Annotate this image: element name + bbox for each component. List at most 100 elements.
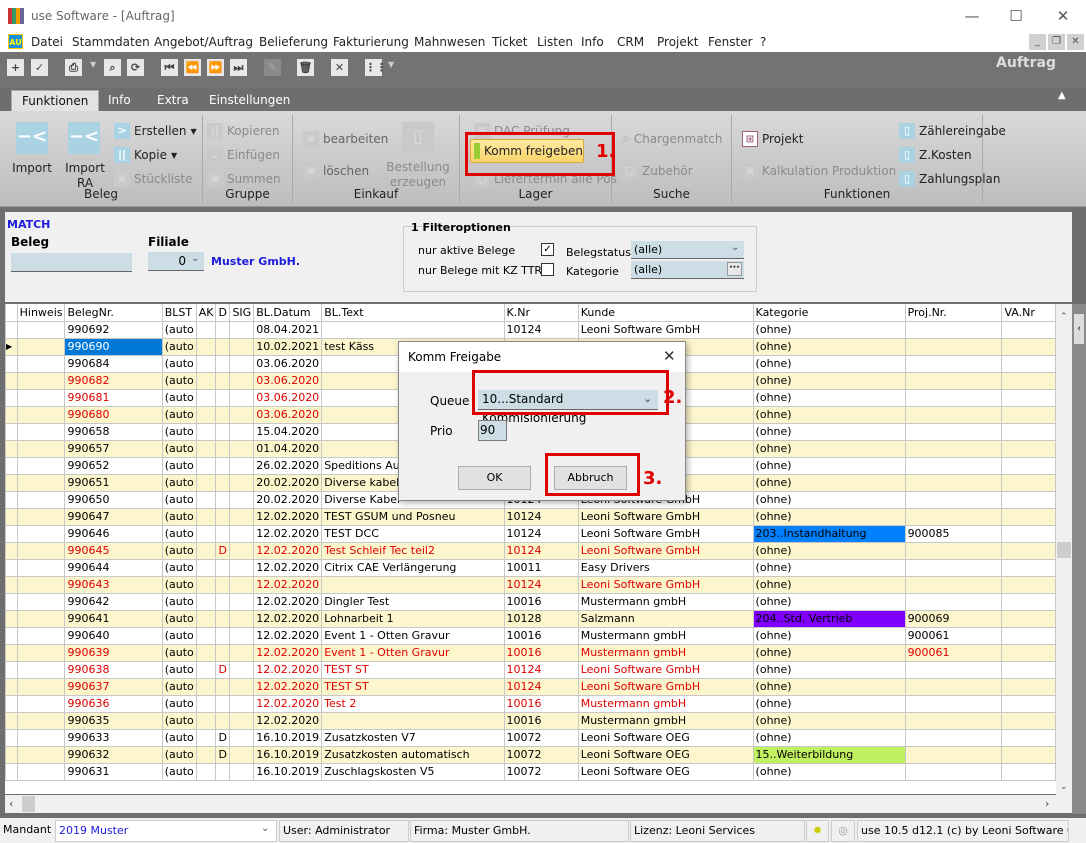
table-row[interactable]: 990644 (auto 12.02.2020 Citrix CAE Verlänge… [5, 558, 1056, 577]
menu-belieferung[interactable]: Belieferung [259, 35, 328, 49]
horizontal-scrollbar[interactable]: ‹ › [5, 795, 1072, 813]
menu-datei[interactable]: Datei [31, 35, 63, 49]
grid-menu-dropdown-icon[interactable]: ▼ [388, 60, 394, 69]
scroll-down-icon[interactable]: ⌄ [1060, 782, 1068, 792]
horizontal-scroll-thumb[interactable] [22, 796, 35, 812]
collapse-ribbon-icon[interactable]: ▲ [1058, 90, 1066, 101]
table-row[interactable]: 990645 (auto D 12.02.2020 Test Schleif Tec t… [5, 541, 1056, 560]
belegstatus-select[interactable]: (alle) [631, 241, 744, 259]
last-record-icon[interactable]: ⏭ [230, 59, 247, 76]
print-icon[interactable]: ⎙ [65, 59, 82, 76]
table-row[interactable]: 990633 (auto D 16.10.2019 Zusatzkosten V7 100… [5, 728, 1056, 747]
column-header[interactable]: Hinweis [16, 304, 66, 322]
vertical-scroll-thumb[interactable] [1057, 542, 1071, 558]
delete-icon[interactable]: 🗑 [297, 59, 314, 76]
refresh-icon[interactable]: ⟳ [127, 59, 144, 76]
kopie-button[interactable]: || Kopie ▼ [114, 147, 177, 163]
column-header[interactable]: AK [195, 304, 217, 322]
minimize-button[interactable]: — [962, 6, 982, 26]
next-record-icon[interactable]: ⏩ [207, 59, 224, 76]
first-record-icon[interactable]: ⏮ [161, 59, 178, 76]
abbruch-button[interactable]: Abbruch [554, 466, 627, 490]
table-row[interactable]: 990646 (auto 12.02.2020 TEST DCC 10124 Leoni … [5, 524, 1056, 543]
maximize-button[interactable]: ☐ [1006, 6, 1026, 26]
module-icon[interactable]: AU [8, 34, 23, 49]
table-row[interactable]: 990637 (auto 12.02.2020 TEST ST 10124 Leoni S… [5, 677, 1056, 696]
vertical-scrollbar[interactable]: ⌃ ⌄ [1056, 304, 1072, 795]
komm-freigeben-button[interactable]: Komm freigeben [470, 139, 584, 163]
side-panel-handle[interactable]: ‹ [1072, 304, 1086, 814]
scroll-left-icon[interactable]: ‹ [9, 797, 13, 810]
menu-projekt[interactable]: Projekt [657, 35, 698, 49]
menu-info[interactable]: Info [581, 35, 604, 49]
table-row[interactable]: 990640 (auto 12.02.2020 Event 1 - Otten Gra… [5, 626, 1056, 645]
table-row[interactable]: 990641 (auto 12.02.2020 Lohnarbeit 1 10128 Sa… [5, 609, 1056, 628]
table-row[interactable]: 990632 (auto D 16.10.2019 Zusatzkosten autom… [5, 745, 1056, 764]
mdi-restore-icon[interactable]: ❐ [1048, 34, 1065, 50]
column-header[interactable]: BL.Datum [253, 304, 323, 322]
column-header[interactable]: Proj.Nr. [904, 304, 1003, 322]
add-icon[interactable]: + [7, 59, 24, 76]
column-header[interactable]: Kategorie [752, 304, 906, 322]
menu-crm[interactable]: CRM [617, 35, 644, 49]
column-header[interactable]: VA.Nr [1001, 304, 1056, 322]
column-header[interactable]: BL.Text [321, 304, 505, 322]
prio-input[interactable]: 90 [478, 420, 507, 441]
menu-angebot-auftrag[interactable]: Angebot/Auftrag [154, 35, 253, 49]
table-row[interactable]: 990631 (auto 16.10.2019 Zuschlagskosten V5 1… [5, 762, 1056, 781]
tab-funktionen[interactable]: Funktionen [11, 90, 100, 112]
queue-select[interactable]: 10...Standard Kommisionierung [478, 390, 658, 425]
mandant-select[interactable]: 2019 Muster [55, 820, 277, 842]
menu-ticket[interactable]: Ticket [492, 35, 528, 49]
projekt-button[interactable]: ⊞ Projekt [742, 131, 803, 147]
column-header[interactable]: BLST [161, 304, 197, 322]
table-row[interactable]: 990636 (auto 12.02.2020 Test 2 10016 Musterma… [5, 694, 1056, 713]
mdi-close-icon[interactable]: ✕ [1067, 34, 1084, 50]
column-header[interactable]: D [215, 304, 231, 322]
beleg-input[interactable] [11, 253, 132, 272]
nur-kz-checkbox[interactable] [541, 263, 554, 276]
menu-listen[interactable]: Listen [537, 35, 573, 49]
print-dropdown-icon[interactable]: ▼ [90, 60, 96, 69]
menu-stammdaten[interactable]: Stammdaten [72, 35, 150, 49]
zkosten-button[interactable]: ▯ Z.Kosten [899, 147, 972, 163]
nur-aktive-checkbox[interactable]: ✓ [541, 243, 554, 256]
column-header[interactable]: Kunde [577, 304, 754, 322]
menu-fenster[interactable]: Fenster [708, 35, 753, 49]
cancel-icon[interactable]: ✕ [331, 59, 348, 76]
import-icon[interactable]: −< [16, 122, 48, 154]
table-row[interactable]: 990639 (auto 12.02.2020 Event 1 - Otten Gra… [5, 643, 1056, 662]
column-header[interactable]: SIG [229, 304, 255, 322]
table-row[interactable]: 990643 (auto 12.02.2020 10124 Leoni Software… [5, 575, 1056, 594]
scroll-right-icon[interactable]: › [1045, 797, 1049, 810]
previous-record-icon[interactable]: ⏪ [184, 59, 201, 76]
menu-mahnwesen[interactable]: Mahnwesen [414, 35, 485, 49]
kategorie-browse-button[interactable]: ··· [727, 262, 742, 276]
import-ra-icon[interactable]: −< [68, 122, 100, 154]
dialog-close-icon[interactable]: ✕ [663, 347, 676, 365]
notification-light-icon[interactable]: ✹ [806, 820, 829, 842]
ok-button[interactable]: OK [458, 466, 531, 490]
tab-info[interactable]: Info [98, 90, 141, 111]
table-row[interactable]: 990638 (auto D 12.02.2020 TEST ST 10124 Leoni … [5, 660, 1056, 679]
table-row[interactable]: 990647 (auto 12.02.2020 TEST GSUM und Posne… [5, 507, 1056, 526]
connection-icon[interactable]: ◎ [831, 820, 855, 842]
import-button[interactable]: Import [8, 161, 56, 176]
scroll-up-icon[interactable]: ⌃ [1060, 312, 1068, 322]
column-header[interactable]: BelegNr. [64, 304, 163, 322]
mdi-minimize-icon[interactable]: _ [1029, 34, 1046, 50]
table-row[interactable]: 990692 (auto 08.04.2021 10124 Leoni Software… [5, 320, 1056, 339]
menu-fakturierung[interactable]: Fakturierung [333, 35, 409, 49]
column-header[interactable] [5, 304, 18, 322]
column-header[interactable]: K.Nr [503, 304, 579, 322]
zaehlereingabe-button[interactable]: ▯ Zählereingabe [899, 123, 1006, 139]
table-row[interactable]: 990635 (auto 12.02.2020 10016 Mustermann gmb… [5, 711, 1056, 730]
check-icon[interactable]: ✓ [31, 59, 48, 76]
menu-help[interactable]: ? [760, 35, 766, 49]
search-icon[interactable]: ⌕ [104, 59, 121, 76]
close-button[interactable]: ✕ [1053, 6, 1073, 26]
grid-menu-icon[interactable]: ⋮⋮ [365, 59, 387, 76]
table-row[interactable]: 990642 (auto 12.02.2020 Dingler Test 10016 Mu… [5, 592, 1056, 611]
expand-panel-icon[interactable]: ‹ [1074, 314, 1084, 344]
tab-extra[interactable]: Extra [147, 90, 199, 111]
